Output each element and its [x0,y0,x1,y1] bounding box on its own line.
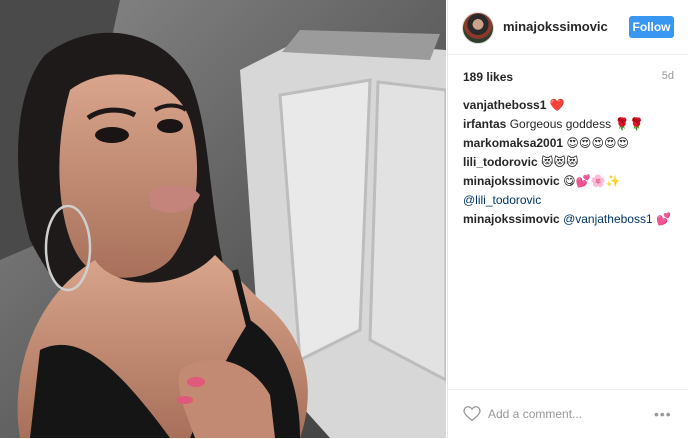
comment-username[interactable]: irfantas [463,117,506,131]
likes-count[interactable]: 189 likes [463,70,513,84]
comment-text: 💕 [655,212,671,226]
post-username[interactable]: minajokssimovic [503,19,608,34]
comment-footer: ••• [448,389,688,439]
instagram-post: minajokssimovic Follow 189 likes 5d vanj… [0,0,688,438]
comment-username[interactable]: minajokssimovic [463,174,560,188]
comment-text: Gorgeous goddess 🌹🌹 [509,117,645,131]
avatar[interactable] [462,12,494,44]
more-options-icon[interactable]: ••• [654,406,674,422]
comment-item: lili_todorovic 😻😻😻 [463,153,678,172]
comment-item: minajokssimovic @vanjatheboss1 💕 [463,210,678,229]
comment-username[interactable]: vanjatheboss1 [463,98,546,112]
post-header: minajokssimovic Follow [448,0,688,55]
comment-text: ❤️ [549,98,565,112]
post-stats: 189 likes 5d [463,70,674,86]
comment-item: irfantas Gorgeous goddess 🌹🌹 [463,115,678,134]
post-sidebar: minajokssimovic Follow 189 likes 5d vanj… [447,0,688,438]
comment-mention[interactable]: @vanjatheboss1 [563,212,653,226]
comment-item: vanjatheboss1 ❤️ [463,96,678,115]
heart-icon[interactable] [463,406,481,422]
comment-mention[interactable]: @lili_todorovic [463,193,541,207]
comment-username[interactable]: lili_todorovic [463,155,538,169]
post-timestamp[interactable]: 5d [662,70,674,82]
add-comment-input[interactable] [488,404,638,424]
comment-username[interactable]: markomaksa2001 [463,136,563,150]
selfie-image [0,0,446,438]
comment-list: vanjatheboss1 ❤️ irfantas Gorgeous godde… [463,96,678,229]
comment-username[interactable]: minajokssimovic [463,212,560,226]
follow-button[interactable]: Follow [629,16,674,38]
post-photo[interactable] [0,0,446,438]
comment-text: 😻😻😻 [541,155,579,169]
comment-text: 😋💕🌸✨ [563,174,621,188]
comment-item: markomaksa2001 😍😍😍😍😍 [463,134,678,153]
comment-item: minajokssimovic 😋💕🌸✨ @lili_todorovic [463,172,678,210]
comment-text: 😍😍😍😍😍 [566,136,629,150]
